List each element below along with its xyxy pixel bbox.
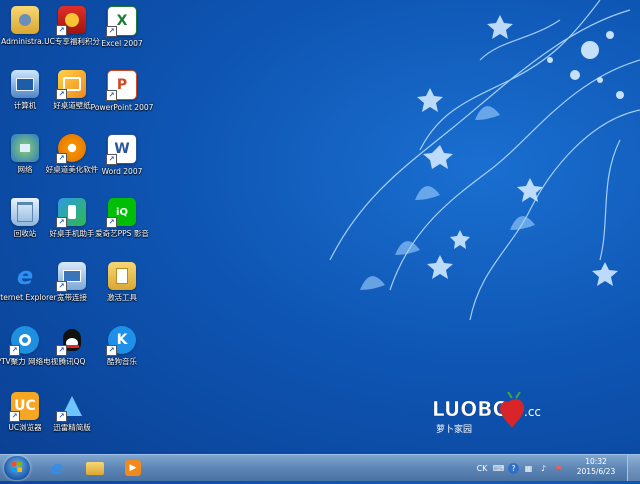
shortcut-arrow-icon: ↗ xyxy=(9,411,20,422)
action-center-icon[interactable]: ⚑ xyxy=(553,463,564,474)
shortcut-arrow-icon: ↗ xyxy=(56,411,67,422)
wallpaper-app-icon: ↗ xyxy=(56,70,86,100)
shortcut-arrow-icon: ↗ xyxy=(106,90,117,101)
icon-label: PowerPoint 2007 xyxy=(90,103,154,112)
media-player-icon: ▶ xyxy=(125,460,141,476)
shortcut-arrow-icon: ↗ xyxy=(106,345,117,356)
shortcut-arrow-icon: ↗ xyxy=(106,26,117,37)
recycle-bin-icon xyxy=(11,198,39,226)
desktop-icon-computer[interactable]: 计算机 xyxy=(0,70,51,128)
luobo-logo-graphic: LUOBO .cc 萝卜家园 xyxy=(432,391,541,435)
windows-logo-icon xyxy=(12,462,22,472)
shortcut-arrow-icon: ↗ xyxy=(56,345,67,356)
shortcut-arrow-icon: ↗ xyxy=(56,217,67,228)
clock-time: 10:32 xyxy=(585,457,607,466)
desktop-icon-broadband[interactable]: ↗ 宽带连接 xyxy=(46,262,98,320)
svg-text:.cc: .cc xyxy=(524,405,541,419)
icon-label: 激活工具 xyxy=(107,293,137,302)
taskbar: e ▶ CK ⌨ ? ▦ ♪ ⚑ 10:32 2015/6/23 xyxy=(0,454,640,481)
kugou-icon: K ↗ xyxy=(106,326,136,356)
shortcut-arrow-icon: ↗ xyxy=(56,153,67,164)
desktop-icon-wallpaper-app[interactable]: ↗ 好桌道壁纸 xyxy=(46,70,98,128)
volume-icon[interactable]: ♪ xyxy=(538,463,549,474)
desktop[interactable]: Administra... 计算机 网络 回收站 e Internet Expl… xyxy=(0,0,640,454)
desktop-icon-internet-explorer[interactable]: e Internet Explorer xyxy=(0,262,57,320)
taskbar-internet-explorer[interactable]: e xyxy=(40,457,74,479)
desktop-icon-iqiyi[interactable]: iQ ↗ 爱奇艺PPS 影音 xyxy=(95,198,149,256)
shortcut-arrow-icon: ↗ xyxy=(56,25,67,36)
clock[interactable]: 10:32 2015/6/23 xyxy=(574,457,618,477)
icon-label: 迅雷精简版 xyxy=(53,423,91,432)
desktop-icon-word[interactable]: W ↗ Word 2007 xyxy=(96,134,148,192)
svg-text:萝卜家园: 萝卜家园 xyxy=(436,423,472,435)
pptv-icon: ↗ xyxy=(9,326,39,356)
luobo-logo: LUOBO .cc 萝卜家园 xyxy=(432,391,552,438)
uc-rewards-icon: ↗ xyxy=(56,6,86,36)
desktop-icon-uc-browser[interactable]: UC ↗ UC浏览器 xyxy=(0,392,51,450)
icon-label: 爱奇艺PPS 影音 xyxy=(95,229,149,238)
desktop-icon-pptv[interactable]: ↗ PPTV聚力 网络电视 xyxy=(0,326,58,384)
uc-browser-icon: UC ↗ xyxy=(9,392,39,422)
network-icon xyxy=(11,134,39,162)
word-icon: W ↗ xyxy=(106,134,137,165)
internet-explorer-icon: e xyxy=(16,262,34,290)
computer-icon xyxy=(11,70,39,98)
shortcut-arrow-icon: ↗ xyxy=(106,154,117,165)
iqiyi-icon: iQ ↗ xyxy=(106,198,136,228)
beautify-app-icon: ↗ xyxy=(56,134,86,164)
network-status-icon[interactable]: ▦ xyxy=(523,463,534,474)
activation-tool-icon xyxy=(108,262,136,290)
shortcut-arrow-icon: ↗ xyxy=(9,345,20,356)
desktop-icon-recycle-bin[interactable]: 回收站 xyxy=(0,198,51,256)
desktop-icon-uc-rewards[interactable]: ↗ UC专享福利积分 xyxy=(44,6,100,64)
start-button[interactable] xyxy=(4,456,30,480)
keyboard-icon[interactable]: ⌨ xyxy=(493,463,505,474)
folder-icon xyxy=(86,461,104,475)
clock-date: 2015/6/23 xyxy=(576,467,616,476)
broadband-icon: ↗ xyxy=(56,262,86,292)
excel-icon: X ↗ xyxy=(106,6,137,37)
desktop-icon-excel[interactable]: X ↗ Excel 2007 xyxy=(96,6,148,64)
shortcut-arrow-icon: ↗ xyxy=(106,217,117,228)
icon-label: Word 2007 xyxy=(101,167,143,176)
floral-wallpaper-art xyxy=(329,0,640,321)
phone-assistant-icon: ↗ xyxy=(56,198,86,228)
taskbar-file-explorer[interactable] xyxy=(78,457,112,479)
desktop-icon-kugou[interactable]: K ↗ 酷狗音乐 xyxy=(96,326,148,384)
system-tray: CK ⌨ ? ▦ ♪ ⚑ xyxy=(475,455,564,481)
powerpoint-icon: P ↗ xyxy=(106,70,137,101)
desktop-icon-qq[interactable]: ↗ 腾讯QQ xyxy=(46,326,98,384)
help-icon[interactable]: ? xyxy=(508,462,519,474)
svg-text:LUOBO: LUOBO xyxy=(432,397,510,421)
internet-explorer-icon: e xyxy=(50,457,64,479)
desktop-icon-powerpoint[interactable]: P ↗ PowerPoint 2007 xyxy=(91,70,153,128)
taskbar-media-player[interactable]: ▶ xyxy=(116,457,150,479)
thunder-icon: ↗ xyxy=(56,392,86,422)
folder-icon xyxy=(11,6,39,34)
icon-label: Excel 2007 xyxy=(101,39,143,48)
desktop-icon-thunder[interactable]: ↗ 迅雷精简版 xyxy=(46,392,98,450)
desktop-icon-beautify-app[interactable]: ↗ 好桌道美化软件 xyxy=(46,134,98,192)
input-language-indicator[interactable]: CK xyxy=(475,463,489,474)
icon-label: 酷狗音乐 xyxy=(107,357,137,366)
shortcut-arrow-icon: ↗ xyxy=(56,89,67,100)
shortcut-arrow-icon: ↗ xyxy=(56,281,67,292)
desktop-icon-network[interactable]: 网络 xyxy=(0,134,51,192)
qq-icon: ↗ xyxy=(56,326,86,356)
desktop-icon-administrator[interactable]: Administra... xyxy=(0,6,51,64)
desktop-icon-phone-assistant[interactable]: ↗ 好桌手机助手 xyxy=(46,198,98,256)
desktop-icon-activation-tool[interactable]: 激活工具 xyxy=(96,262,148,320)
show-desktop-button[interactable] xyxy=(627,455,640,481)
